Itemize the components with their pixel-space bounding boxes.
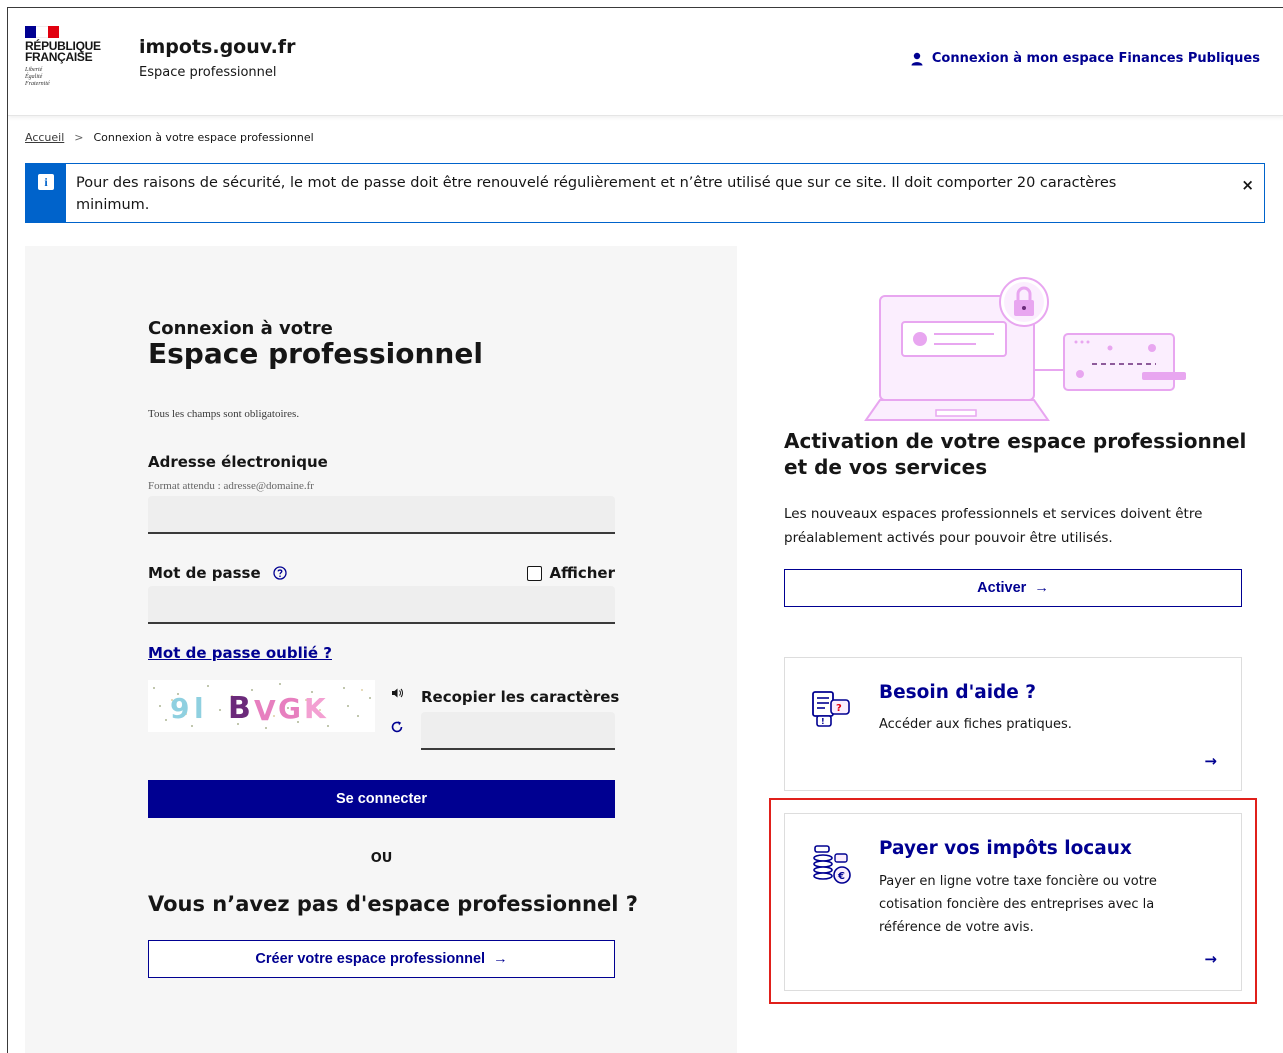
or-separator: OU xyxy=(370,851,393,866)
activate-button[interactable]: Activer → xyxy=(784,569,1242,607)
french-flag-icon xyxy=(25,26,59,38)
create-account-button[interactable]: Créer votre espace professionnel → xyxy=(148,940,615,978)
republique-francaise-logo[interactable]: RÉPUBLIQUE FRANÇAISE Liberté Égalité Fra… xyxy=(25,26,115,88)
breadcrumb-current: Connexion à votre espace professionnel xyxy=(93,131,314,144)
password-label: Mot de passe xyxy=(148,564,261,582)
show-password-label: Afficher xyxy=(549,564,615,582)
help-card[interactable]: ? ! Besoin d'aide ? Accéder aux fiches p… xyxy=(784,657,1242,791)
password-label-group: Mot de passe xyxy=(148,564,287,582)
svg-text:K: K xyxy=(304,692,327,725)
finances-publiques-login-link[interactable]: Connexion à mon espace Finances Publique… xyxy=(910,51,1260,66)
notice-bar: i xyxy=(26,164,66,222)
password-row: Mot de passe Afficher xyxy=(148,564,615,582)
forgot-password-link[interactable]: Mot de passe oublié ? xyxy=(148,644,615,662)
svg-text:B: B xyxy=(228,691,251,726)
arrow-right-icon: → xyxy=(1034,580,1049,596)
captcha-label: Recopier les caractères xyxy=(421,688,620,706)
page-frame: RÉPUBLIQUE FRANÇAISE Liberté Égalité Fra… xyxy=(7,7,1283,1053)
breadcrumb: Accueil > Connexion à votre espace profe… xyxy=(25,131,314,144)
audio-icon[interactable] xyxy=(390,686,404,700)
login-submit-button[interactable]: Se connecter xyxy=(148,780,615,818)
logo-title: RÉPUBLIQUE FRANÇAISE xyxy=(25,39,101,64)
login-link-label: Connexion à mon espace Finances Publique… xyxy=(931,51,1260,66)
arrow-right-icon: → xyxy=(1204,752,1217,770)
help-circle-icon[interactable] xyxy=(273,566,287,580)
captcha-input[interactable] xyxy=(421,712,615,750)
login-panel: Connexion à votre Espace professionnel T… xyxy=(25,246,737,1053)
create-account-label: Créer votre espace professionnel xyxy=(255,951,486,967)
arrow-right-icon: → xyxy=(493,951,508,967)
close-icon[interactable]: × xyxy=(1241,176,1254,194)
email-input[interactable] xyxy=(148,496,615,534)
site-subtitle: Espace professionnel xyxy=(139,65,277,80)
required-fields-note: Tous les champs sont obligatoires. xyxy=(148,408,300,420)
notice-text: Pour des raisons de sécurité, le mot de … xyxy=(76,175,1117,213)
help-chat-icon: ? ! xyxy=(812,691,850,727)
help-card-description: Accéder aux fiches pratiques. xyxy=(879,717,1072,732)
captcha-image: 9 l B V G K xyxy=(148,680,375,732)
show-password-toggle[interactable]: Afficher xyxy=(526,564,615,582)
svg-text:?: ? xyxy=(836,703,842,714)
breadcrumb-home[interactable]: Accueil xyxy=(25,131,64,144)
logo-motto: Liberté Égalité Fraternité xyxy=(25,67,50,87)
activation-description: Les nouveaux espaces professionnels et s… xyxy=(784,506,1203,546)
email-hint: Format attendu : adresse@domaine.fr xyxy=(148,480,314,492)
no-account-heading: Vous n’avez pas d'espace professionnel ? xyxy=(148,892,638,916)
password-input[interactable] xyxy=(148,586,615,624)
login-title-small: Connexion à votre xyxy=(148,318,333,339)
svg-text:!: ! xyxy=(821,717,825,726)
breadcrumb-separator: > xyxy=(74,131,84,144)
svg-text:l: l xyxy=(194,692,204,725)
activation-title: Activation de votre espace professionnel… xyxy=(784,429,1247,479)
laptop-security-illustration xyxy=(864,277,1186,421)
site-header: RÉPUBLIQUE FRANÇAISE Liberté Égalité Fra… xyxy=(8,8,1283,116)
svg-text:V: V xyxy=(254,694,276,727)
svg-text:G: G xyxy=(278,692,301,725)
refresh-icon[interactable] xyxy=(390,720,404,734)
activate-label: Activer xyxy=(977,580,1027,596)
info-icon: i xyxy=(38,174,54,190)
show-password-checkbox[interactable] xyxy=(526,565,542,581)
login-title-big: Espace professionnel xyxy=(148,337,483,370)
help-card-title[interactable]: Besoin d'aide ? xyxy=(879,682,1036,703)
svg-text:9: 9 xyxy=(170,692,189,725)
site-title[interactable]: impots.gouv.fr xyxy=(139,36,295,58)
user-icon xyxy=(911,52,923,65)
security-notice: i Pour des raisons de sécurité, le mot d… xyxy=(25,163,1265,223)
highlight-box xyxy=(769,798,1257,1004)
email-label: Adresse électronique xyxy=(148,453,328,471)
